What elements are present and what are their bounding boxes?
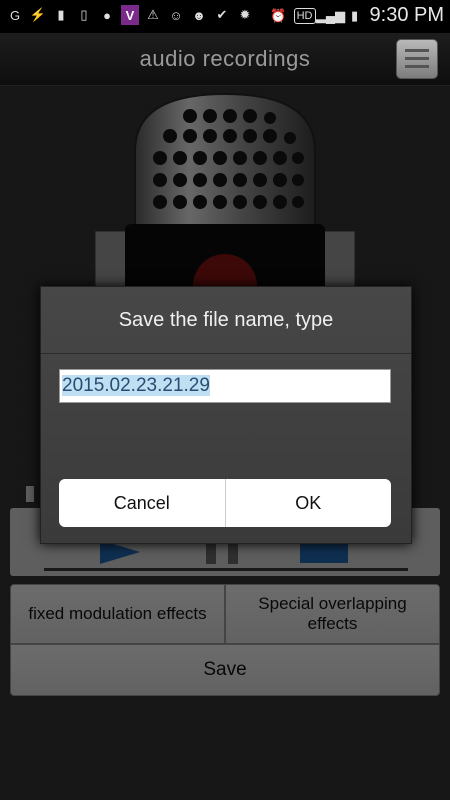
talk-icon: ● [103,7,111,23]
save-dialog: Save the file name, type 2015.02.23.21.2… [40,286,412,544]
filename-text: 2015.02.23.21.29 [62,375,210,396]
dialog-buttons: Cancel OK [59,479,391,527]
dialog-title: Save the file name, type [118,309,334,331]
ok-button[interactable]: OK [226,479,392,527]
storage-icon: ▯ [80,7,88,22]
warning-icon: ⚠ [147,7,159,22]
clock: 9:30 PM [369,4,444,26]
battery-icon: ▮ [350,7,359,23]
app-header: audio recordings [0,33,450,86]
check-icon: ✔ [216,7,228,22]
carrier-icon: G [9,7,21,23]
game-icon: ☺ [169,7,183,23]
page-title: audio recordings [139,46,311,71]
game2-icon: ☻ [192,7,206,23]
notification-icons: G ⚡ ▮ ▯ ● V ⚠ ☺ ☻ ✔ ✹ [6,5,254,25]
android-icon: ✹ [239,7,251,22]
signal-icon: ▂▄▆ [315,7,346,23]
usb-icon: ⚡ [29,7,47,22]
status-bar: G ⚡ ▮ ▯ ● V ⚠ ☺ ☻ ✔ ✹ ⏰ HD ▂▄▆ ▮ 9:30 PM [0,0,450,33]
v-icon: V [121,5,139,25]
cancel-button[interactable]: Cancel [59,479,226,527]
menu-button[interactable] [396,39,438,79]
alarm-icon: ⏰ [270,7,287,23]
menu-icon-line [405,65,429,68]
filename-input[interactable]: 2015.02.23.21.29 [59,369,391,403]
menu-icon-line [405,57,429,60]
menu-icon [405,49,429,52]
dialog-divider [41,353,411,354]
system-icons: ⏰ HD ▂▄▆ ▮ 9:30 PM [270,4,444,27]
sim-icon: ▮ [57,7,65,22]
hd-icon: HD [293,7,316,24]
